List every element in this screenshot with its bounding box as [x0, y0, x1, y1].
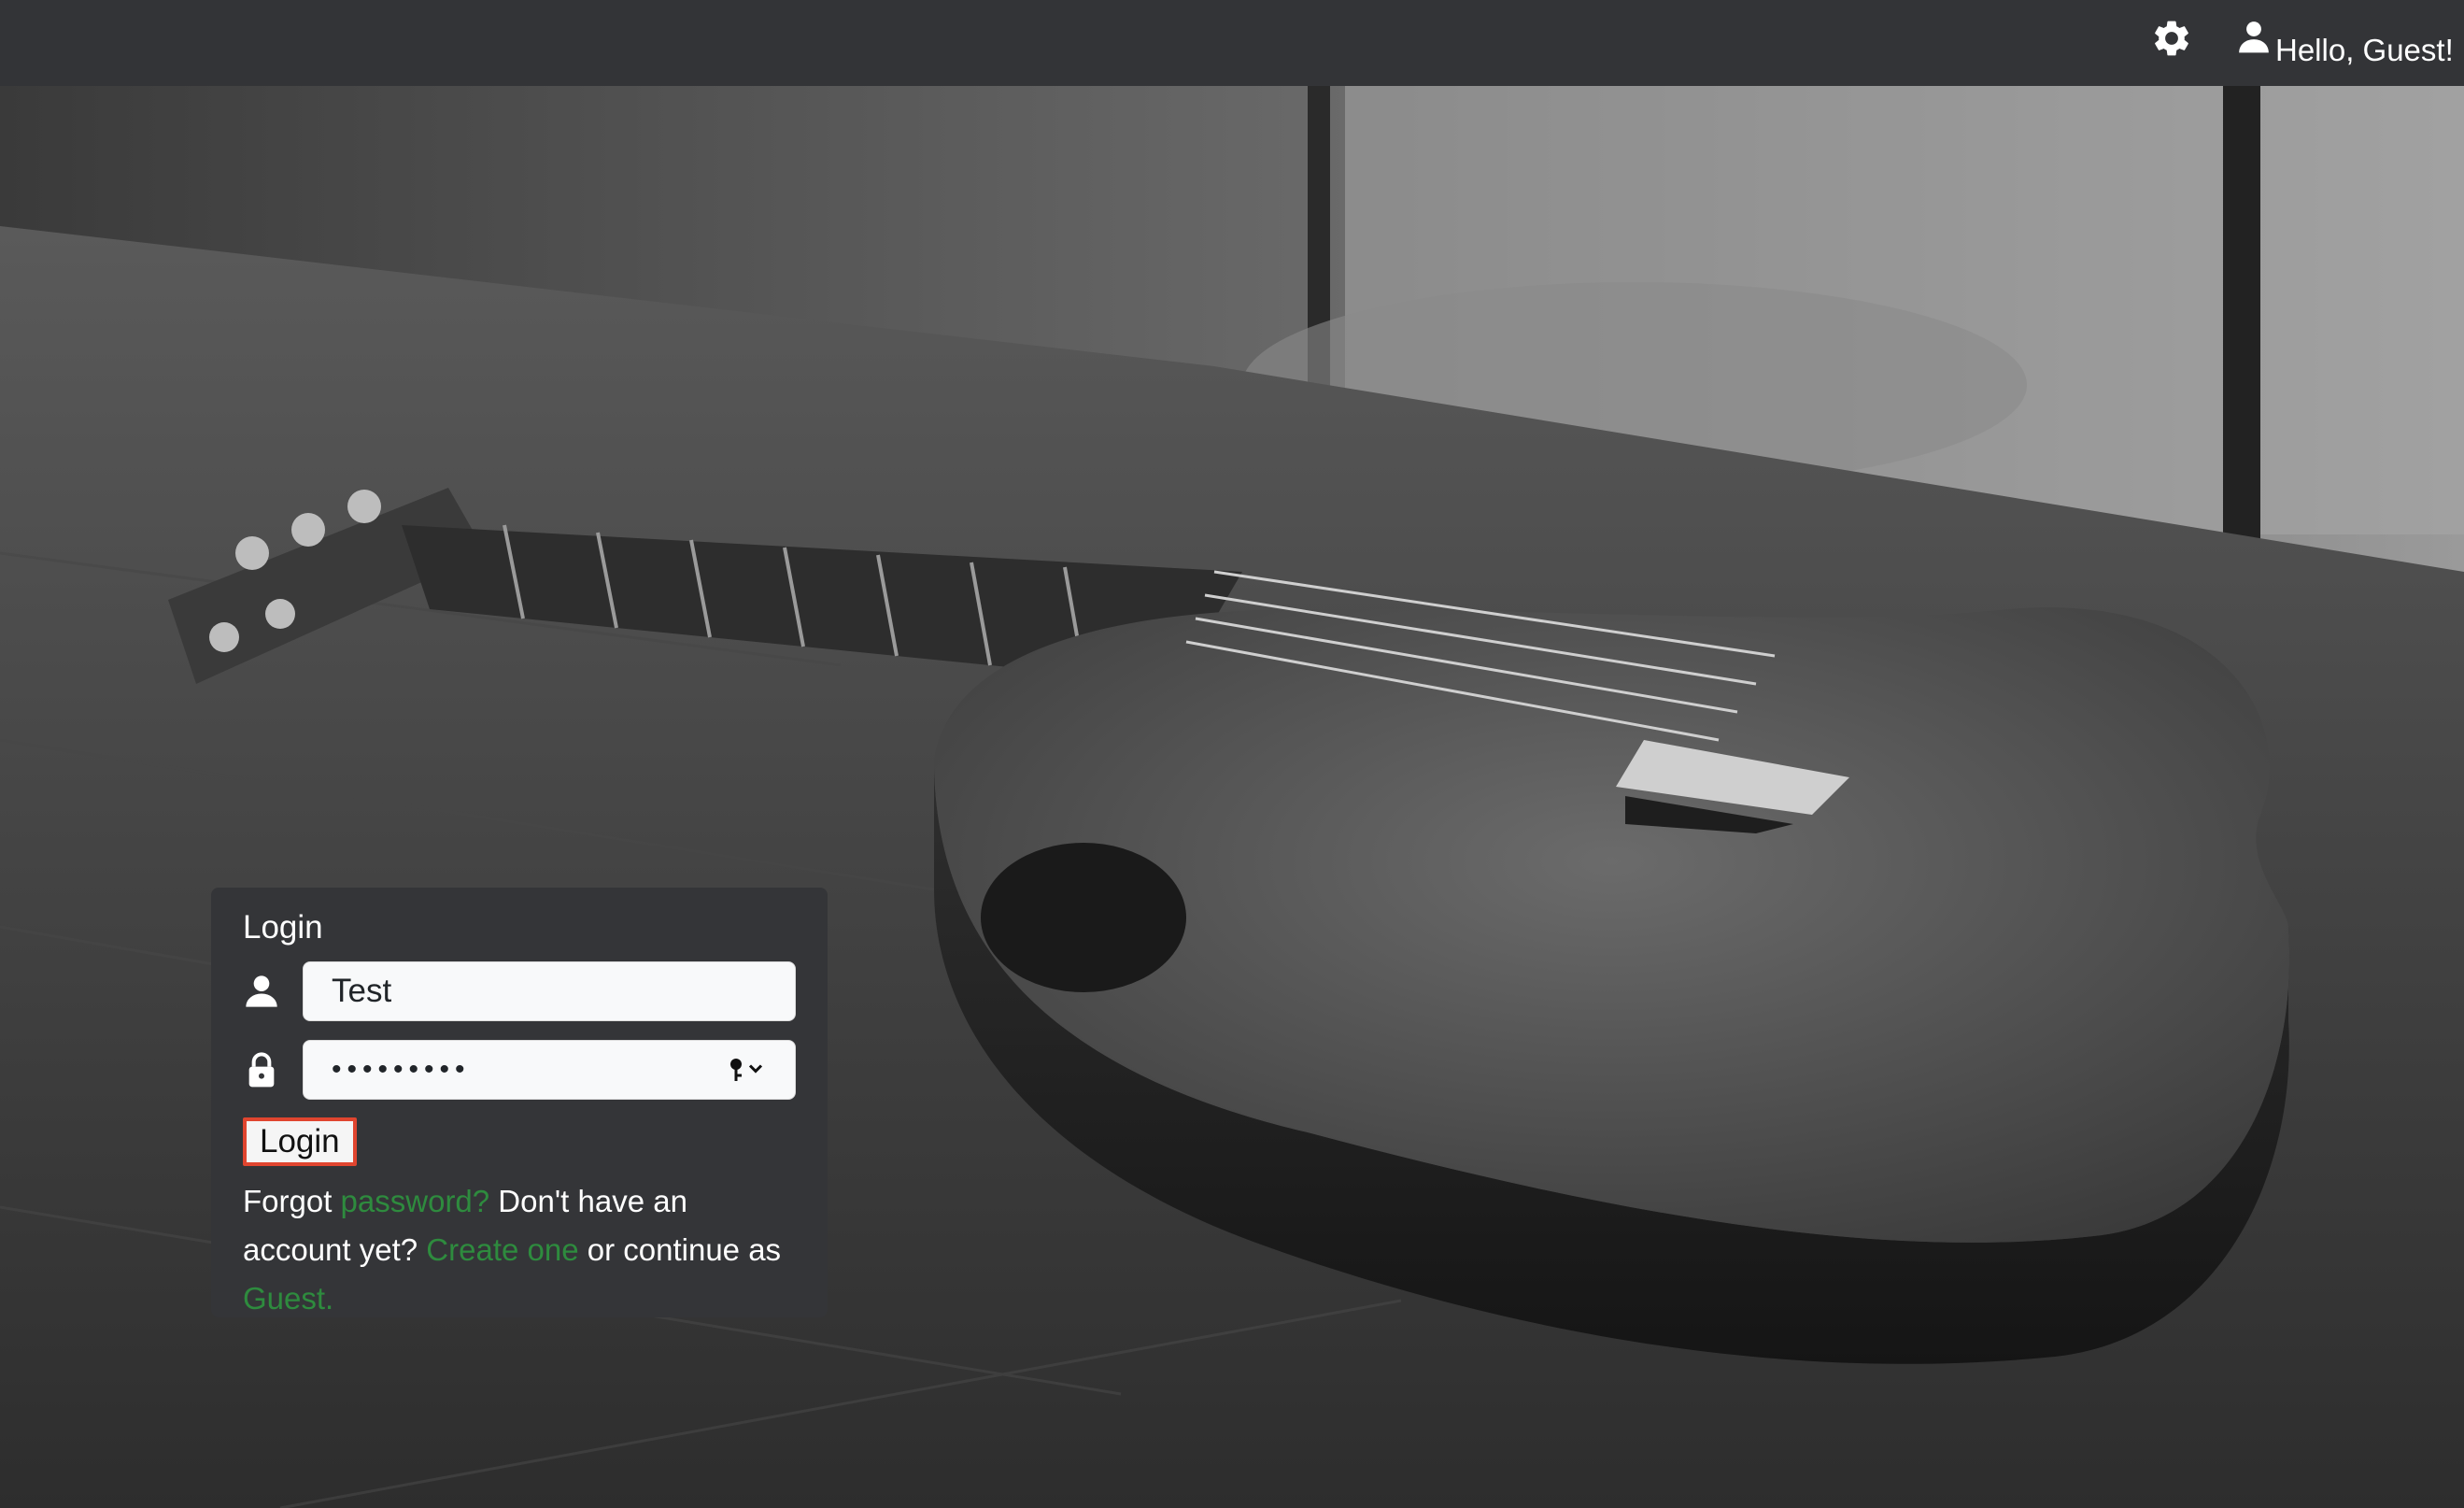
key-icon[interactable]	[728, 1056, 767, 1084]
forgot-password-link[interactable]: password?	[341, 1184, 490, 1218]
login-panel: Login Test ••••••••• Login Forgot passwo…	[211, 888, 828, 1317]
user-icon	[246, 975, 277, 1007]
guest-link[interactable]: Guest.	[243, 1281, 333, 1316]
login-button[interactable]: Login	[243, 1117, 357, 1166]
password-dots: •••••••••	[332, 1054, 471, 1085]
create-account-link[interactable]: Create one	[426, 1232, 578, 1267]
top-navbar: Hello, Guest!	[0, 0, 2464, 86]
login-title: Login	[243, 909, 323, 946]
username-input[interactable]: Test	[303, 961, 796, 1021]
username-row: Test	[243, 960, 796, 1022]
help-text-1: Forgot	[243, 1184, 341, 1218]
lock-icon	[248, 1052, 275, 1088]
user-menu[interactable]: Hello, Guest!	[2236, 17, 2454, 69]
user-icon	[2239, 21, 2269, 53]
password-row: •••••••••	[243, 1039, 796, 1101]
help-text-3: or continue as	[578, 1232, 782, 1267]
gear-icon[interactable]	[2150, 17, 2193, 60]
password-input[interactable]: •••••••••	[303, 1040, 796, 1100]
login-help-text: Forgot password? Don't have an account y…	[243, 1177, 796, 1323]
greeting-text: Hello, Guest!	[2275, 33, 2454, 67]
